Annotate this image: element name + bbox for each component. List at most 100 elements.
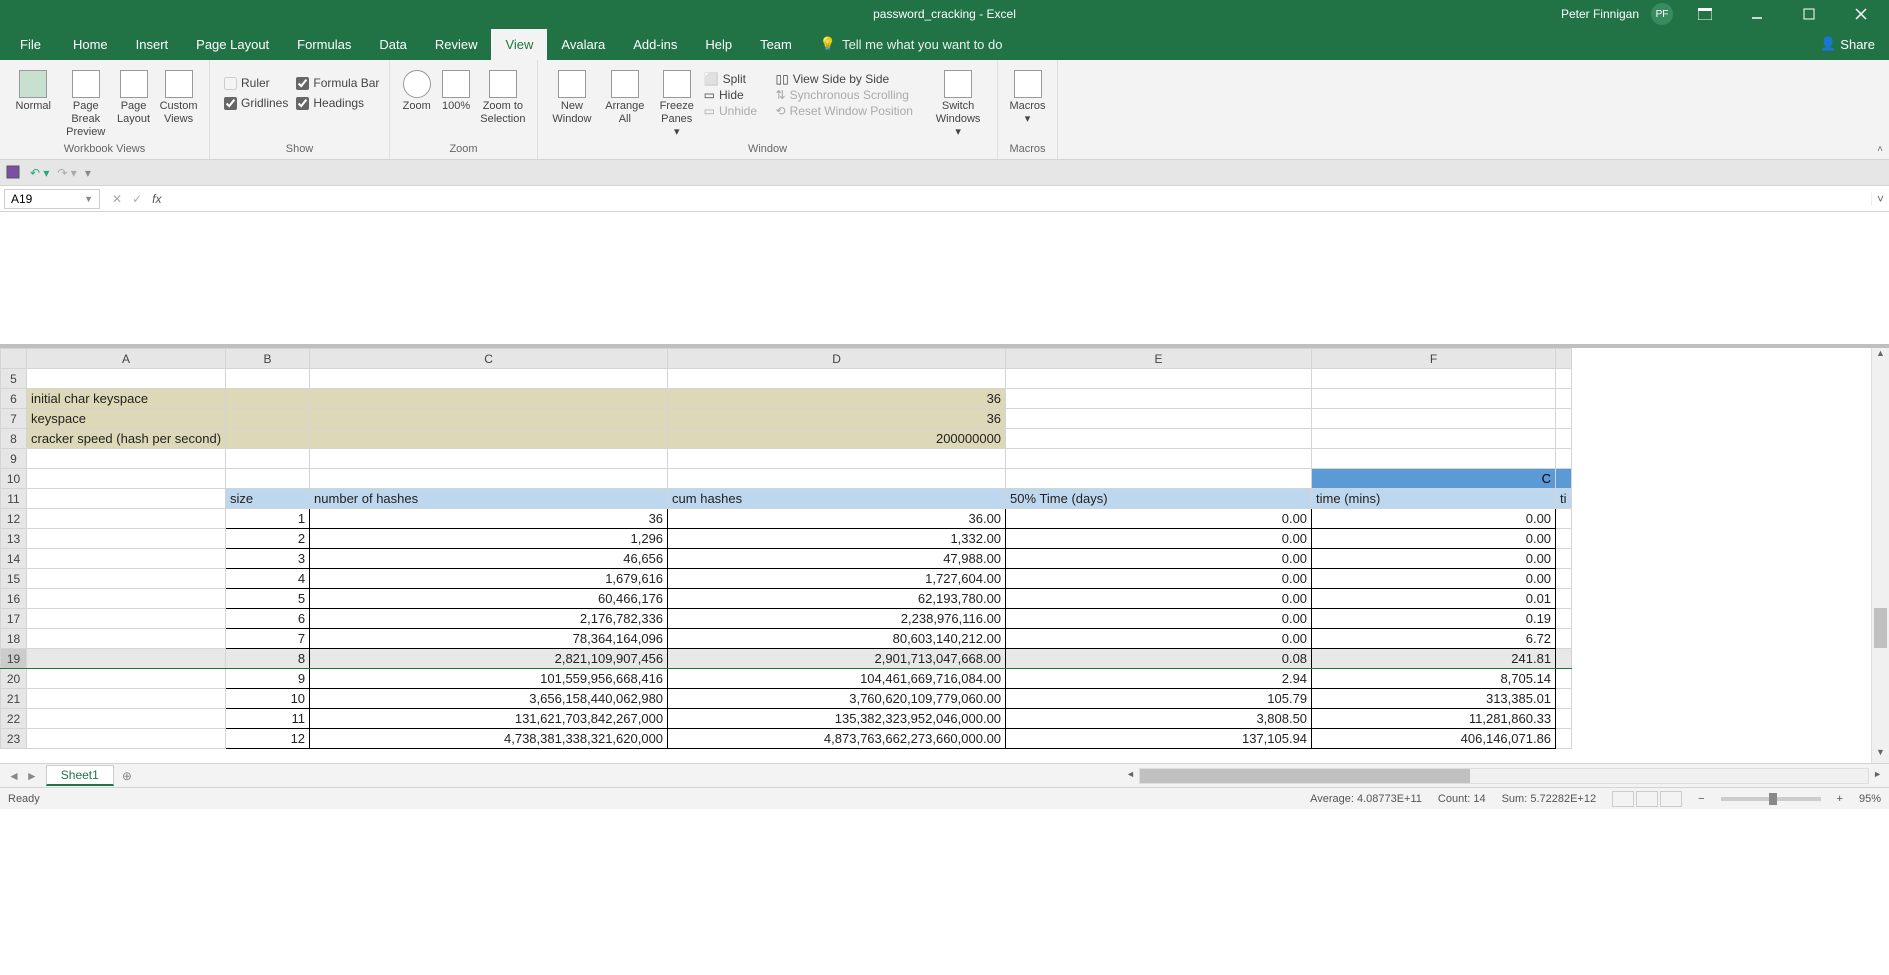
cancel-formula-icon[interactable]: ✕ (112, 192, 122, 206)
tab-insert[interactable]: Insert (122, 29, 183, 60)
tab-avalara[interactable]: Avalara (547, 29, 619, 60)
fx-icon[interactable]: fx (152, 192, 161, 206)
freeze-panes-button[interactable]: Freeze Panes ▾ (652, 68, 702, 140)
formula-bar-checkbox[interactable]: Formula Bar (296, 76, 379, 90)
col-header-c[interactable]: C (310, 349, 668, 369)
close-icon[interactable] (1841, 0, 1881, 28)
page-layout-button[interactable]: Page Layout (113, 68, 154, 126)
row-header[interactable]: 21 (1, 689, 27, 709)
row-header[interactable]: 6 (1, 389, 27, 409)
sheet-tab[interactable]: Sheet1 (46, 765, 114, 786)
zoom-in-icon[interactable]: + (1837, 793, 1843, 805)
row-header[interactable]: 19 (1, 649, 27, 669)
table-row[interactable]: 13 2 1,296 1,332.00 0.00 0.00 (1, 529, 1572, 549)
table-row[interactable]: 15 4 1,679,616 1,727,604.00 0.00 0.00 (1, 569, 1572, 589)
row-header[interactable]: 23 (1, 729, 27, 749)
normal-view-button[interactable]: Normal (8, 68, 58, 113)
table-row[interactable]: 20 9 101,559,956,668,416 104,461,669,716… (1, 669, 1572, 689)
tab-file[interactable]: File (6, 29, 55, 60)
row-header[interactable]: 20 (1, 669, 27, 689)
custom-views-button[interactable]: Custom Views (156, 68, 201, 126)
view-page-break-icon[interactable] (1660, 791, 1682, 807)
col-header-e[interactable]: E (1006, 349, 1312, 369)
tab-data[interactable]: Data (365, 29, 420, 60)
tab-formulas[interactable]: Formulas (283, 29, 365, 60)
formula-input[interactable] (169, 189, 1871, 209)
row-header[interactable]: 15 (1, 569, 27, 589)
tab-team[interactable]: Team (746, 29, 806, 60)
tab-view[interactable]: View (491, 29, 547, 60)
expand-formula-bar-icon[interactable]: ˅ (1871, 192, 1889, 206)
col-header-a[interactable]: A (27, 349, 226, 369)
table-row[interactable]: 22 11 131,621,703,842,267,000 135,382,32… (1, 709, 1572, 729)
table-row[interactable]: 16 5 60,466,176 62,193,780.00 0.00 0.01 (1, 589, 1572, 609)
scroll-up-icon[interactable]: ▲ (1872, 348, 1889, 364)
ruler-checkbox[interactable]: Ruler (224, 76, 288, 90)
col-header-f[interactable]: F (1312, 349, 1556, 369)
table-row[interactable]: 17 6 2,176,782,336 2,238,976,116.00 0.00… (1, 609, 1572, 629)
side-by-side-button[interactable]: ▯▯View Side by Side (776, 72, 926, 86)
tell-me[interactable]: 💡 Tell me what you want to do (806, 28, 1017, 60)
spreadsheet-grid[interactable]: A B C D E F 5 6initial char keyspace36 7… (0, 348, 1889, 763)
table-row[interactable]: 19 8 2,821,109,907,456 2,901,713,047,668… (1, 649, 1572, 669)
zoom-out-icon[interactable]: − (1698, 793, 1704, 805)
zoom-button[interactable]: Zoom (398, 68, 435, 113)
view-page-layout-icon[interactable] (1636, 791, 1658, 807)
tab-page-layout[interactable]: Page Layout (182, 29, 283, 60)
share-button[interactable]: 👤 Share (1806, 28, 1889, 60)
scroll-down-icon[interactable]: ▼ (1872, 747, 1889, 763)
avatar[interactable]: PF (1651, 3, 1673, 25)
row-header[interactable]: 17 (1, 609, 27, 629)
sheet-nav-prev-icon[interactable]: ◄ (8, 769, 20, 783)
maximize-icon[interactable] (1789, 0, 1829, 28)
row-header[interactable]: 7 (1, 409, 27, 429)
zoom-100-button[interactable]: 100% (437, 68, 474, 113)
table-row[interactable]: 12 1 36 36.00 0.00 0.00 (1, 509, 1572, 529)
tab-home[interactable]: Home (59, 29, 122, 60)
tab-review[interactable]: Review (421, 29, 492, 60)
zoom-level[interactable]: 95% (1859, 793, 1881, 805)
redo-icon[interactable]: ↷ ▾ (57, 166, 76, 180)
view-normal-icon[interactable] (1612, 791, 1634, 807)
row-header[interactable]: 8 (1, 429, 27, 449)
name-box[interactable]: A19 ▼ (4, 189, 100, 209)
table-row[interactable]: 18 7 78,364,164,096 80,603,140,212.00 0.… (1, 629, 1572, 649)
row-header[interactable]: 18 (1, 629, 27, 649)
row-header[interactable]: 9 (1, 449, 27, 469)
switch-windows-button[interactable]: Switch Windows ▾ (927, 68, 989, 140)
table-row[interactable]: 14 3 46,656 47,988.00 0.00 0.00 (1, 549, 1572, 569)
scroll-thumb[interactable] (1874, 608, 1887, 648)
save-icon[interactable] (6, 165, 22, 181)
hscroll-thumb[interactable] (1140, 769, 1470, 783)
col-header-g[interactable] (1556, 349, 1572, 369)
vertical-scrollbar[interactable]: ▲ ▼ (1871, 348, 1889, 763)
ribbon-display-icon[interactable] (1685, 0, 1725, 28)
minimize-icon[interactable] (1737, 0, 1777, 28)
row-header[interactable]: 22 (1, 709, 27, 729)
hide-button[interactable]: ▭Hide (704, 88, 774, 102)
tab-help[interactable]: Help (691, 29, 746, 60)
page-break-button[interactable]: Page Break Preview (60, 68, 110, 140)
tab-addins[interactable]: Add-ins (619, 29, 691, 60)
macros-button[interactable]: Macros ▾ (1006, 68, 1049, 126)
col-header-d[interactable]: D (668, 349, 1006, 369)
row-header[interactable]: 13 (1, 529, 27, 549)
row-header[interactable]: 12 (1, 509, 27, 529)
table-row[interactable]: 21 10 3,656,158,440,062,980 3,760,620,10… (1, 689, 1572, 709)
row-header[interactable]: 16 (1, 589, 27, 609)
qat-customize-icon[interactable]: ▾ (85, 166, 91, 180)
table-row[interactable]: 23 12 4,738,381,338,321,620,000 4,873,76… (1, 729, 1572, 749)
gridlines-checkbox[interactable]: Gridlines (224, 96, 288, 110)
row-header[interactable]: 11 (1, 489, 27, 509)
row-header[interactable]: 14 (1, 549, 27, 569)
collapse-ribbon-icon[interactable]: ˄ (1877, 144, 1883, 155)
row-header[interactable]: 5 (1, 369, 27, 389)
namebox-dropdown-icon[interactable]: ▼ (84, 194, 93, 204)
add-sheet-icon[interactable]: ⊕ (114, 769, 140, 783)
new-window-button[interactable]: New Window (546, 68, 598, 126)
enter-formula-icon[interactable]: ✓ (132, 192, 142, 206)
arrange-all-button[interactable]: Arrange All (600, 68, 650, 126)
horizontal-scrollbar[interactable]: ◄ ► (1139, 768, 1869, 784)
split-button[interactable]: ⬜Split (704, 72, 774, 86)
undo-icon[interactable]: ↶ ▾ (30, 166, 49, 180)
